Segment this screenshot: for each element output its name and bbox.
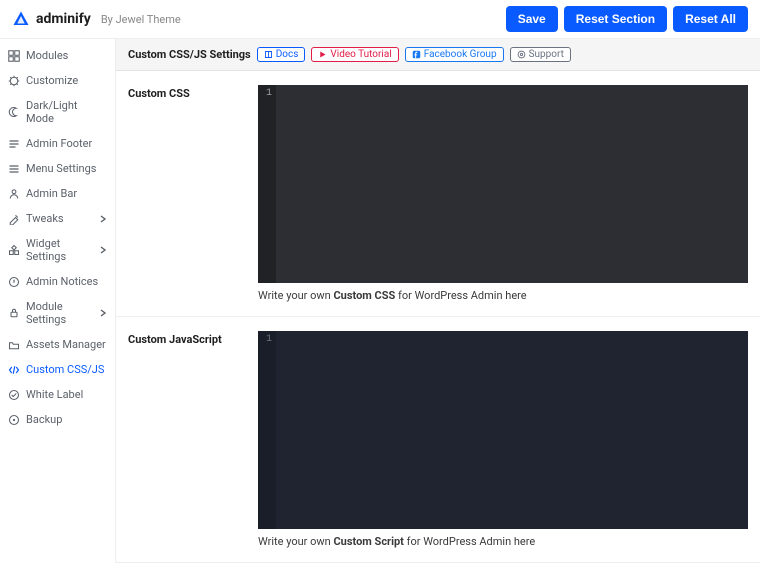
settings-header: Custom CSS/JS Settings Docs Video Tutori… — [116, 39, 760, 71]
play-icon — [318, 50, 327, 59]
customize-icon — [8, 75, 20, 87]
facebook-group-chip[interactable]: Facebook Group — [405, 47, 504, 62]
sidebar-item-label: Menu Settings — [26, 162, 96, 175]
custom-css-section: Custom CSS 1 Write your own Custom CSS f… — [116, 71, 760, 317]
editor-gutter: 1 — [258, 331, 276, 529]
sidebar-item-module-settings[interactable]: Module Settings — [0, 294, 115, 332]
sidebar-item-label: Tweaks — [26, 212, 64, 225]
line-number: 1 — [266, 334, 272, 345]
chevron-right-icon — [99, 215, 107, 223]
video-tutorial-chip[interactable]: Video Tutorial — [311, 47, 398, 62]
brand-name: adminify — [36, 11, 91, 27]
chip-label: Support — [529, 49, 564, 60]
facebook-icon — [412, 50, 421, 59]
sidebar-item-custom-cssjs[interactable]: Custom CSS/JS — [0, 357, 115, 382]
sidebar-item-modules[interactable]: Modules — [0, 43, 115, 68]
sidebar-item-white-label[interactable]: White Label — [0, 382, 115, 407]
chip-label: Facebook Group — [424, 49, 497, 60]
sidebar-item-admin-bar[interactable]: Admin Bar — [0, 181, 115, 206]
adminbar-icon — [8, 188, 20, 200]
custom-js-section: Custom JavaScript 1 Write your own Custo… — [116, 317, 760, 563]
reset-section-button[interactable]: Reset Section — [564, 6, 667, 32]
assets-icon — [8, 339, 20, 351]
top-actions: Save Reset Section Reset All — [506, 6, 748, 32]
sidebar-item-darklight[interactable]: Dark/Light Mode — [0, 93, 115, 131]
custom-css-body: 1 Write your own Custom CSS for WordPres… — [258, 85, 748, 302]
brand-byline: By Jewel Theme — [101, 13, 181, 26]
reset-all-button[interactable]: Reset All — [673, 6, 748, 32]
sidebar-item-label: Custom CSS/JS — [26, 363, 104, 376]
modulesettings-icon — [8, 307, 20, 319]
brand-logo-icon — [12, 10, 30, 28]
line-number: 1 — [266, 88, 272, 99]
chip-label: Docs — [276, 49, 299, 60]
sidebar-item-admin-notices[interactable]: Admin Notices — [0, 269, 115, 294]
chevron-right-icon — [99, 309, 107, 317]
backup-icon — [8, 414, 20, 426]
sidebar: Modules Customize Dark/Light Mode Admin … — [0, 39, 116, 563]
code-icon — [8, 364, 20, 376]
sidebar-item-backup[interactable]: Backup — [0, 407, 115, 432]
save-button[interactable]: Save — [506, 6, 558, 32]
tweaks-icon — [8, 213, 20, 225]
book-icon — [264, 50, 273, 59]
sidebar-item-label: Customize — [26, 74, 78, 87]
sidebar-item-label: Widget Settings — [26, 237, 99, 263]
chevron-right-icon — [99, 246, 107, 254]
sidebar-item-widget-settings[interactable]: Widget Settings — [0, 231, 115, 269]
sidebar-item-menu-settings[interactable]: Menu Settings — [0, 156, 115, 181]
docs-chip[interactable]: Docs — [257, 47, 306, 62]
code-area[interactable] — [276, 85, 748, 283]
sidebar-item-customize[interactable]: Customize — [0, 68, 115, 93]
darklight-icon — [8, 106, 20, 118]
sidebar-item-label: White Label — [26, 388, 83, 401]
brand: adminify By Jewel Theme — [12, 10, 181, 28]
main: Custom CSS/JS Settings Docs Video Tutori… — [116, 39, 760, 563]
layout: Modules Customize Dark/Light Mode Admin … — [0, 39, 760, 563]
custom-js-hint: Write your own Custom Script for WordPre… — [258, 529, 748, 548]
support-icon — [517, 50, 526, 59]
sidebar-item-label: Modules — [26, 49, 68, 62]
sidebar-item-label: Admin Bar — [26, 187, 77, 200]
sidebar-item-assets-manager[interactable]: Assets Manager — [0, 332, 115, 357]
sidebar-item-label: Assets Manager — [26, 338, 106, 351]
sidebar-item-label: Admin Footer — [26, 137, 92, 150]
sidebar-item-label: Dark/Light Mode — [26, 99, 107, 125]
whitelabel-icon — [8, 389, 20, 401]
sidebar-item-label: Module Settings — [26, 300, 99, 326]
sidebar-item-tweaks[interactable]: Tweaks — [0, 206, 115, 231]
widget-icon — [8, 244, 20, 256]
custom-js-body: 1 Write your own Custom Script for WordP… — [258, 331, 748, 548]
custom-js-label: Custom JavaScript — [128, 331, 248, 548]
page-title: Custom CSS/JS Settings — [128, 48, 251, 61]
sidebar-item-label: Admin Notices — [26, 275, 98, 288]
editor-gutter: 1 — [258, 85, 276, 283]
chip-label: Video Tutorial — [330, 49, 391, 60]
menu-icon — [8, 163, 20, 175]
footer-icon — [8, 138, 20, 150]
code-area[interactable] — [276, 331, 748, 529]
notices-icon — [8, 276, 20, 288]
custom-css-label: Custom CSS — [128, 85, 248, 302]
modules-icon — [8, 50, 20, 62]
sidebar-item-admin-footer[interactable]: Admin Footer — [0, 131, 115, 156]
custom-js-editor[interactable]: 1 — [258, 331, 748, 529]
custom-css-editor[interactable]: 1 — [258, 85, 748, 283]
support-chip[interactable]: Support — [510, 47, 571, 62]
custom-css-hint: Write your own Custom CSS for WordPress … — [258, 283, 748, 302]
topbar: adminify By Jewel Theme Save Reset Secti… — [0, 0, 760, 39]
sidebar-item-label: Backup — [26, 413, 62, 426]
